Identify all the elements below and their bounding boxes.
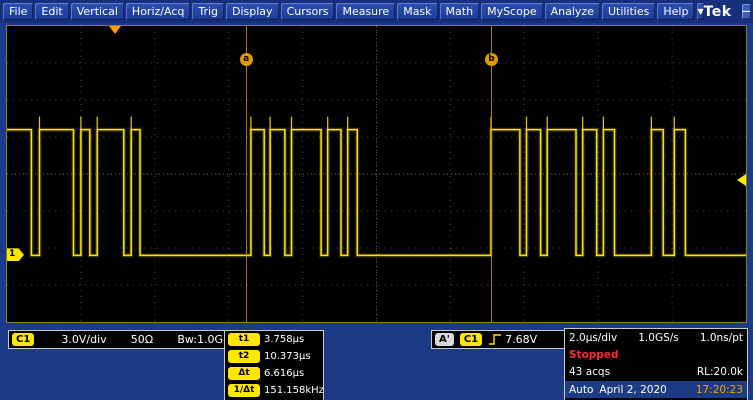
menu-item-utilities[interactable]: Utilities bbox=[602, 3, 655, 20]
cursor-a-label[interactable]: a bbox=[240, 53, 253, 66]
cursor-row-value: 10.373µs bbox=[264, 351, 311, 362]
menu-item-measure[interactable]: Measure bbox=[336, 3, 395, 20]
trigger-mode: Auto bbox=[569, 384, 593, 396]
menu-items: FileEditVerticalHoriz/AcqTrigDisplayCurs… bbox=[3, 3, 694, 20]
menu-bar: FileEditVerticalHoriz/AcqTrigDisplayCurs… bbox=[0, 0, 753, 23]
cursor-b-line[interactable] bbox=[491, 26, 492, 322]
cursor-readout: t1 3.758µs t2 10.373µs Δt 6.616µs 1/Δt 151.158k… bbox=[224, 330, 324, 400]
menu-item-edit[interactable]: Edit bbox=[35, 3, 68, 20]
date-label: April 2, 2020 bbox=[599, 384, 666, 396]
menu-item-file[interactable]: File bbox=[3, 3, 33, 20]
channel-impedance: 50Ω bbox=[131, 333, 153, 346]
time-label: 17:20:23 bbox=[696, 384, 743, 396]
acquisition-status: Stopped bbox=[569, 349, 618, 361]
cursor-row-t1: t1 3.758µs bbox=[225, 331, 323, 348]
waveform-svg bbox=[7, 26, 746, 322]
menu-item-analyze[interactable]: Analyze bbox=[545, 3, 600, 20]
rising-edge-icon bbox=[488, 333, 502, 346]
cursor-a-line[interactable] bbox=[246, 26, 247, 322]
cursor-b-label[interactable]: b bbox=[485, 53, 498, 66]
cursor-row-badge: 1/Δt bbox=[228, 384, 260, 397]
menu-item-horiz-acq[interactable]: Horiz/Acq bbox=[126, 3, 190, 20]
acq-count: 43 acqs bbox=[569, 366, 610, 378]
resolution: 1.0ns/pt bbox=[700, 332, 743, 344]
trigger-readout[interactable]: A' C1 7.68V bbox=[431, 330, 565, 349]
menu-item-vertical[interactable]: Vertical bbox=[71, 3, 124, 20]
readout-bar: C1 3.0V/div 50Ω Bw:1.0G t1 3.758µs t2 10.37… bbox=[0, 323, 753, 400]
channel-bandwidth: Bw:1.0G bbox=[177, 333, 223, 346]
cursor-row-value: 3.758µs bbox=[264, 334, 304, 345]
channel-badge: C1 bbox=[12, 333, 34, 346]
horizontal-readout: 2.0µs/div 1.0GS/s 1.0ns/pt Stopped 43 ac… bbox=[564, 328, 748, 400]
minimize-button[interactable]: — bbox=[742, 4, 751, 19]
acquisition-count-row: 43 acqs RL:20.0k bbox=[565, 363, 747, 380]
trigger-a-badge: A' bbox=[435, 333, 454, 346]
menu-item-myscope[interactable]: MyScope bbox=[481, 3, 543, 20]
cursor-row-value: 6.616µs bbox=[264, 368, 304, 379]
acquisition-status-row: Stopped bbox=[565, 346, 747, 363]
menu-item-display[interactable]: Display bbox=[226, 3, 279, 20]
timebase: 2.0µs/div bbox=[569, 332, 617, 344]
menu-item-help[interactable]: Help bbox=[657, 3, 694, 20]
cursor-row-t: Δt 6.616µs bbox=[225, 365, 323, 382]
menu-item-trig[interactable]: Trig bbox=[192, 3, 224, 20]
channel-scale: 3.0V/div bbox=[61, 333, 106, 346]
channel-readout[interactable]: C1 3.0V/div 50Ω Bw:1.0G bbox=[8, 330, 232, 349]
tek-logo: Tek bbox=[704, 4, 740, 20]
record-length: RL:20.0k bbox=[697, 366, 743, 378]
menu-item-cursors[interactable]: Cursors bbox=[281, 3, 335, 20]
menu-item-math[interactable]: Math bbox=[440, 3, 480, 20]
waveform-display: a b 1 bbox=[6, 25, 747, 323]
menu-item-mask[interactable]: Mask bbox=[397, 3, 437, 20]
sample-rate: 1.0GS/s bbox=[638, 332, 679, 344]
cursor-row-badge: Δt bbox=[228, 367, 260, 380]
horizontal-settings-row: 2.0µs/div 1.0GS/s 1.0ns/pt bbox=[565, 329, 747, 346]
trigger-channel-badge: C1 bbox=[460, 333, 482, 346]
datetime-row: Auto April 2, 2020 17:20:23 bbox=[565, 381, 747, 398]
cursor-row-1t: 1/Δt 151.158kHz bbox=[225, 382, 323, 399]
trigger-level: 7.68V bbox=[505, 333, 537, 346]
cursor-row-badge: t2 bbox=[228, 350, 260, 363]
trigger-position-marker[interactable] bbox=[109, 26, 121, 34]
cursor-row-badge: t1 bbox=[228, 333, 260, 346]
cursor-row-t2: t2 10.373µs bbox=[225, 348, 323, 365]
oscilloscope-screen: FileEditVerticalHoriz/AcqTrigDisplayCurs… bbox=[0, 0, 753, 400]
cursor-row-value: 151.158kHz bbox=[264, 385, 324, 396]
trigger-level-marker[interactable] bbox=[737, 174, 746, 186]
